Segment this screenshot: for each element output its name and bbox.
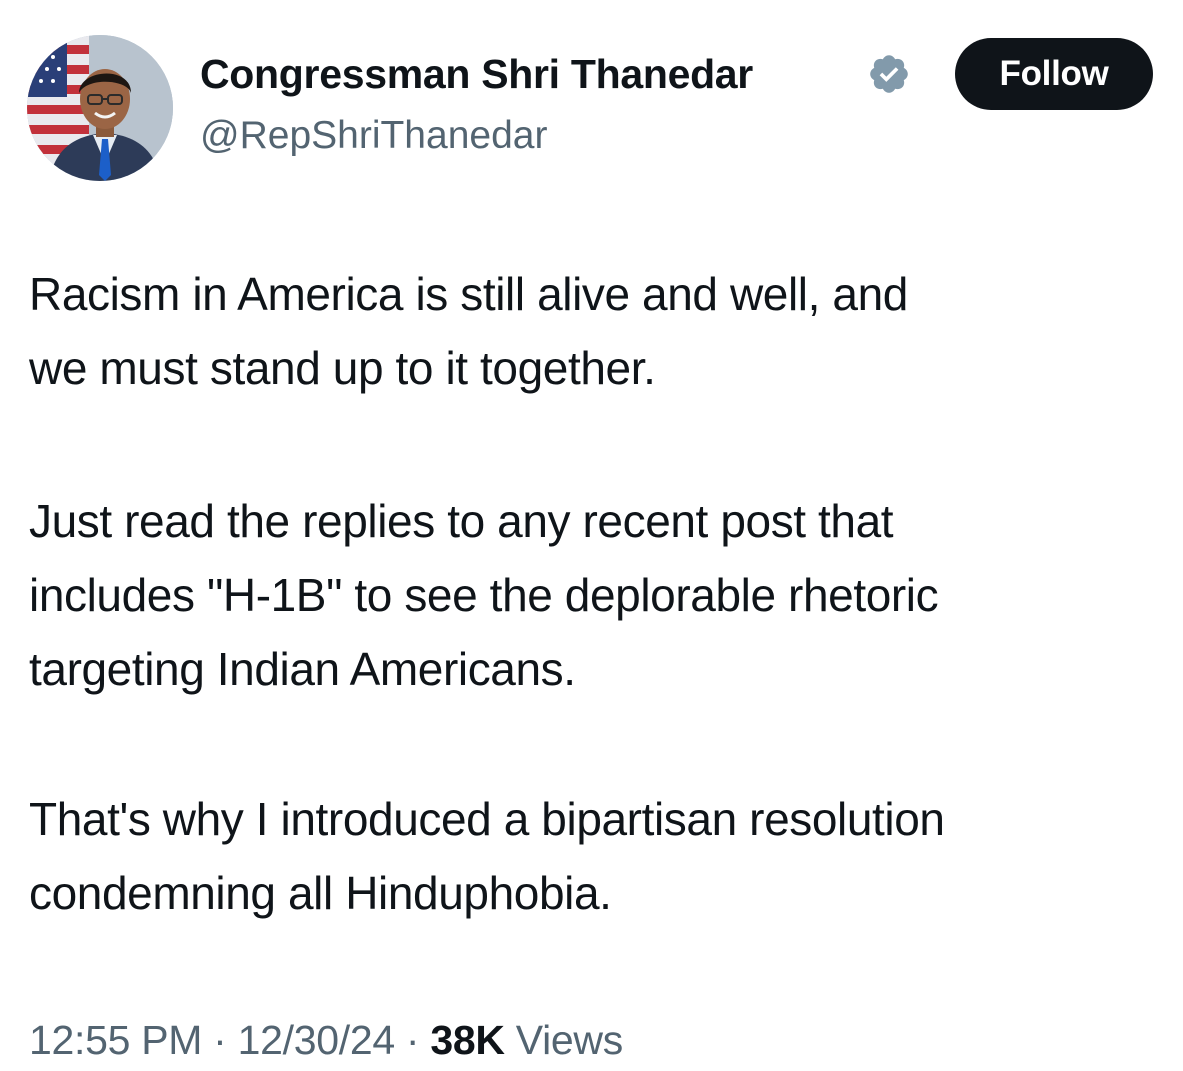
- views-label: Views: [504, 1017, 623, 1063]
- tweet-line: Just read the replies to any recent post…: [29, 495, 894, 547]
- author-display-name[interactable]: Congressman Shri Thanedar: [200, 48, 753, 100]
- tweet-line: targeting Indian Americans.: [29, 643, 576, 695]
- follow-button[interactable]: Follow: [955, 38, 1153, 110]
- meta-separator: ·: [202, 1017, 238, 1063]
- tweet-date[interactable]: 12/30/24: [238, 1017, 396, 1063]
- tweet-line: That's why I introduced a bipartisan res…: [29, 793, 945, 845]
- tweet-paragraph-1: Racism in America is still alive and wel…: [29, 257, 908, 405]
- avatar[interactable]: [27, 35, 173, 181]
- views-count[interactable]: 38K: [430, 1017, 505, 1063]
- tweet-line: condemning all Hinduphobia.: [29, 867, 612, 919]
- tweet-paragraph-2: Just read the replies to any recent post…: [29, 484, 939, 706]
- tweet-time[interactable]: 12:55 PM: [29, 1017, 202, 1063]
- tweet-paragraph-3: That's why I introduced a bipartisan res…: [29, 782, 945, 930]
- meta-separator: ·: [394, 1017, 431, 1063]
- tweet-line: we must stand up to it together.: [29, 342, 656, 394]
- tweet-meta: 12:55 PM · 12/30/24 · 38K Views: [29, 1014, 623, 1066]
- profile-photo-icon: [27, 35, 173, 181]
- tweet-line: includes "H-1B" to see the deplorable rh…: [29, 569, 939, 621]
- author-handle[interactable]: @RepShriThanedar: [200, 112, 547, 160]
- tweet-line: Racism in America is still alive and wel…: [29, 268, 908, 320]
- tweet-card: Congressman Shri Thanedar @RepShriThaned…: [0, 0, 1183, 1071]
- verified-badge-icon: [870, 55, 908, 93]
